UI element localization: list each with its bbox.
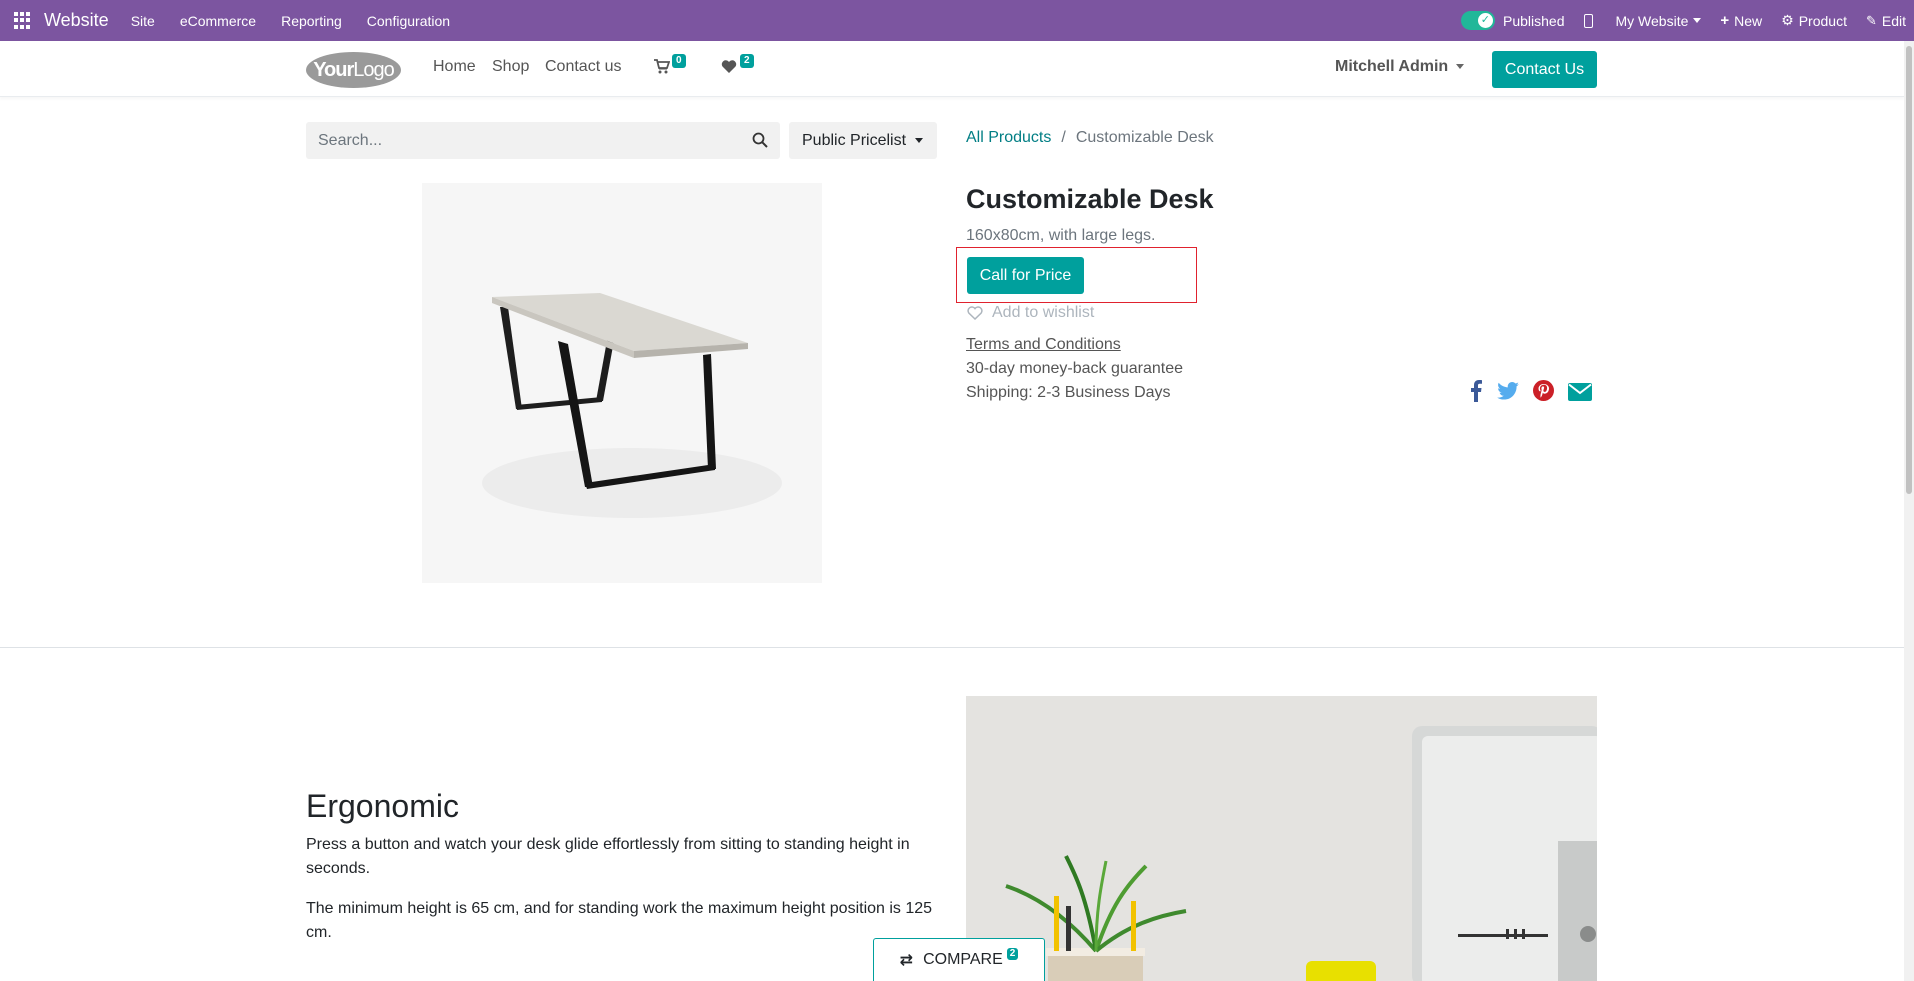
nav-contact-us[interactable]: Contact us bbox=[545, 58, 621, 76]
exchange-arrows-icon: ⇄ bbox=[899, 952, 914, 969]
menu-reporting[interactable]: Reporting bbox=[281, 13, 342, 29]
publish-toggle[interactable]: ✓ Published bbox=[1461, 11, 1565, 30]
ergonomic-image bbox=[966, 696, 1597, 981]
caret-down-icon bbox=[1693, 18, 1702, 23]
annotation-highlight-box bbox=[956, 247, 1197, 303]
product-image[interactable] bbox=[422, 183, 822, 583]
wishlist-label: Add to wishlist bbox=[992, 304, 1095, 321]
compare-button[interactable]: ⇄ COMPARE 2 bbox=[873, 938, 1045, 981]
product-label: Product bbox=[1798, 12, 1847, 29]
app-name[interactable]: Website bbox=[44, 10, 109, 31]
edit-button[interactable]: ✎ Edit bbox=[1866, 13, 1906, 29]
plus-icon: + bbox=[1720, 12, 1730, 29]
product-search bbox=[306, 122, 780, 159]
facebook-icon[interactable] bbox=[1470, 380, 1482, 402]
pencil-icon: ✎ bbox=[1865, 12, 1877, 28]
mobile-preview-button[interactable] bbox=[1583, 13, 1605, 28]
breadcrumb-all-products[interactable]: All Products bbox=[966, 129, 1051, 146]
ergonomic-heading: Ergonomic bbox=[306, 788, 459, 824]
user-menu[interactable]: Mitchell Admin bbox=[1335, 58, 1465, 76]
pricelist-label: Public Pricelist bbox=[802, 131, 907, 149]
wishlist-count-badge: 2 bbox=[740, 54, 754, 68]
compare-count-badge: 2 bbox=[1006, 948, 1019, 960]
menu-configuration[interactable]: Configuration bbox=[367, 13, 450, 29]
search-input[interactable] bbox=[306, 122, 726, 159]
caret-down-icon bbox=[1456, 64, 1465, 70]
section-divider bbox=[0, 647, 1904, 648]
breadcrumb-current: Customizable Desk bbox=[1075, 129, 1214, 146]
pricelist-dropdown[interactable]: Public Pricelist bbox=[789, 122, 937, 159]
product-description: 160x80cm, with large legs. bbox=[966, 227, 1156, 244]
scrollbar-thumb[interactable] bbox=[1906, 46, 1912, 494]
toggle-switch-icon[interactable]: ✓ bbox=[1461, 11, 1495, 30]
product-title: Customizable Desk bbox=[966, 184, 1214, 214]
breadcrumb-separator: / bbox=[1061, 129, 1066, 146]
guarantee-text: 30-day money-back guarantee bbox=[966, 360, 1184, 377]
nav-home[interactable]: Home bbox=[433, 58, 476, 76]
email-icon[interactable] bbox=[1568, 383, 1592, 401]
logo-text: Logo bbox=[353, 58, 394, 81]
ergonomic-paragraph-1: Press a button and watch your desk glide… bbox=[306, 836, 910, 877]
caret-down-icon bbox=[915, 138, 924, 143]
menu-ecommerce[interactable]: eCommerce bbox=[180, 13, 256, 29]
website-switcher-label: My Website bbox=[1615, 12, 1689, 29]
office-desk-illustration bbox=[966, 696, 1597, 981]
twitter-icon[interactable] bbox=[1497, 382, 1519, 400]
mobile-icon bbox=[1583, 13, 1593, 28]
product-button[interactable]: ⚙ Product bbox=[1781, 12, 1847, 29]
cart-count-badge: 0 bbox=[672, 54, 686, 68]
logo-text-bold: Your bbox=[313, 58, 354, 81]
cart-icon[interactable] bbox=[654, 59, 670, 74]
user-name: Mitchell Admin bbox=[1335, 58, 1449, 75]
new-label: New bbox=[1734, 12, 1763, 29]
add-to-wishlist-link[interactable]: Add to wishlist bbox=[967, 304, 1094, 322]
apps-menu-icon[interactable] bbox=[14, 11, 32, 30]
pinterest-icon[interactable] bbox=[1533, 380, 1554, 401]
gear-icon: ⚙ bbox=[1781, 12, 1794, 28]
shipping-text: Shipping: 2-3 Business Days bbox=[966, 384, 1171, 401]
edit-label: Edit bbox=[1881, 12, 1906, 29]
desk-illustration bbox=[422, 183, 822, 583]
compare-label: COMPARE bbox=[923, 951, 1003, 968]
contact-us-button[interactable]: Contact Us bbox=[1492, 51, 1597, 88]
breadcrumb: All Products / Customizable Desk bbox=[966, 129, 1214, 147]
ergonomic-paragraph-2: The minimum height is 65 cm, and for sta… bbox=[306, 900, 933, 941]
heart-outline-icon bbox=[967, 306, 983, 320]
website-switcher[interactable]: My Website bbox=[1616, 13, 1702, 29]
nav-shop[interactable]: Shop bbox=[492, 58, 529, 76]
site-header: Your Logo Home Shop Contact us 0 2 Mitche… bbox=[0, 41, 1904, 97]
menu-site[interactable]: Site bbox=[131, 13, 155, 29]
admin-navbar: Website Site eCommerce Reporting Configu… bbox=[0, 0, 1914, 41]
site-logo[interactable]: Your Logo bbox=[306, 52, 401, 88]
new-button[interactable]: + New bbox=[1720, 12, 1762, 29]
search-icon[interactable] bbox=[752, 132, 768, 148]
terms-and-conditions-link[interactable]: Terms and Conditions bbox=[966, 336, 1121, 354]
published-label: Published bbox=[1503, 12, 1565, 29]
heart-icon[interactable] bbox=[721, 59, 737, 74]
